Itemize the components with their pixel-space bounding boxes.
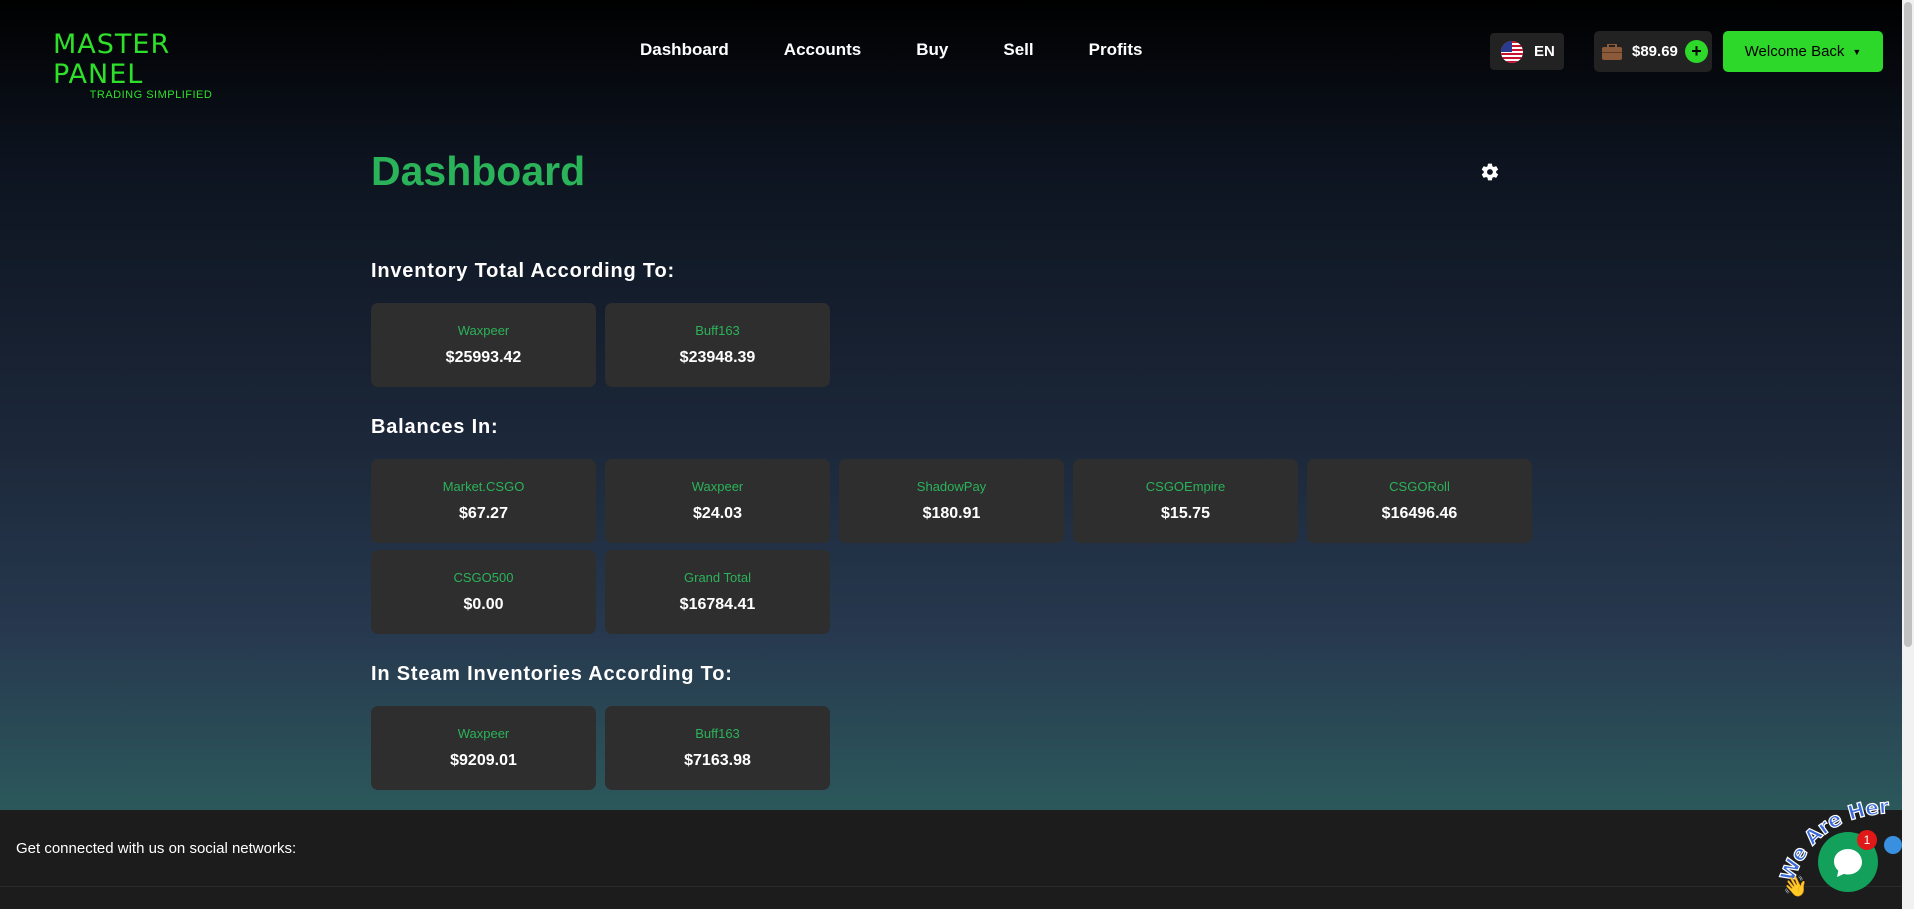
card-label: Grand Total: [684, 570, 751, 585]
scrollbar-thumb[interactable]: [1904, 2, 1912, 647]
nav-link-dashboard[interactable]: Dashboard: [640, 38, 729, 62]
card-value: $25993.42: [445, 349, 522, 366]
inventory-card-buff163: Buff163 $23948.39: [605, 303, 830, 387]
page-title: Dashboard: [371, 148, 586, 194]
card-label: Buff163: [695, 323, 740, 338]
waving-hand-icon: 👋: [1783, 875, 1808, 898]
balance-card-waxpeer: Waxpeer $24.03: [605, 459, 830, 543]
main-nav: Dashboard Accounts Buy Sell Profits: [640, 38, 1197, 62]
card-label: Waxpeer: [691, 479, 744, 494]
card-value: $16496.46: [1381, 505, 1458, 522]
footer-divider: [0, 886, 1914, 887]
card-value: $180.91: [922, 505, 981, 522]
briefcase-icon: [1602, 42, 1622, 60]
card-value: $9209.01: [450, 752, 517, 769]
balance-card-grand-total: Grand Total $16784.41: [605, 550, 830, 634]
card-value: $23948.39: [679, 349, 756, 366]
steam-inventories-title: In Steam Inventories According To:: [371, 663, 733, 685]
balance-card-shadowpay: ShadowPay $180.91: [839, 459, 1064, 543]
card-label: CSGO500: [453, 570, 514, 585]
steam-card-waxpeer: Waxpeer $9209.01: [371, 706, 596, 790]
page-footer: Get connected with us on social networks…: [0, 810, 1914, 909]
nav-link-accounts[interactable]: Accounts: [784, 38, 861, 62]
user-menu-label: Welcome Back: [1744, 43, 1845, 60]
balance-card-csgoempire: CSGOEmpire $15.75: [1073, 459, 1298, 543]
brand-tagline: TRADING SIMPLIFIED: [89, 89, 213, 101]
inventory-total-title: Inventory Total According To:: [371, 260, 675, 282]
card-value: $16784.41: [679, 596, 756, 613]
card-value: $24.03: [693, 505, 742, 522]
balance-card-csgoroll: CSGORoll $16496.46: [1307, 459, 1532, 543]
footer-social-text: Get connected with us on social networks…: [16, 840, 297, 857]
card-label: Market.CSGO: [442, 479, 525, 494]
card-label: Waxpeer: [457, 323, 510, 338]
brand-name: MASTER PANEL: [53, 29, 171, 90]
card-label: ShadowPay: [916, 479, 987, 494]
caret-down-icon: ▼: [1852, 46, 1862, 57]
nav-link-profits[interactable]: Profits: [1089, 38, 1143, 62]
gear-icon[interactable]: [1480, 162, 1500, 182]
add-funds-button[interactable]: +: [1685, 40, 1708, 63]
inventory-card-waxpeer: Waxpeer $25993.42: [371, 303, 596, 387]
nav-link-sell[interactable]: Sell: [1003, 38, 1033, 62]
brand-logo[interactable]: MASTER PANEL TRADING SIMPLIFIED: [53, 29, 253, 102]
page-scrollbar[interactable]: [1902, 0, 1914, 909]
language-label: EN: [1534, 43, 1555, 60]
card-label: Waxpeer: [457, 726, 510, 741]
steam-card-buff163: Buff163 $7163.98: [605, 706, 830, 790]
card-label: CSGOEmpire: [1145, 479, 1226, 494]
nav-link-buy[interactable]: Buy: [916, 38, 948, 62]
wallet-balance[interactable]: $89.69 +: [1594, 31, 1712, 72]
top-navbar: MASTER PANEL TRADING SIMPLIFIED Dashboar…: [0, 0, 1914, 102]
chat-notification-badge: 1: [1857, 830, 1877, 850]
card-value: $0.00: [463, 596, 504, 613]
user-menu-button[interactable]: Welcome Back ▼: [1723, 31, 1883, 72]
card-value: $7163.98: [684, 752, 751, 769]
card-value: $67.27: [459, 505, 508, 522]
balance-card-csgo500: CSGO500 $0.00: [371, 550, 596, 634]
card-label: Buff163: [695, 726, 740, 741]
balance-card-market-csgo: Market.CSGO $67.27: [371, 459, 596, 543]
us-flag-icon: [1501, 40, 1523, 63]
card-value: $15.75: [1161, 505, 1210, 522]
language-selector[interactable]: EN: [1490, 33, 1564, 70]
balances-title: Balances In:: [371, 416, 499, 438]
wallet-amount: $89.69: [1632, 43, 1678, 60]
card-label: CSGORoll: [1389, 479, 1450, 494]
